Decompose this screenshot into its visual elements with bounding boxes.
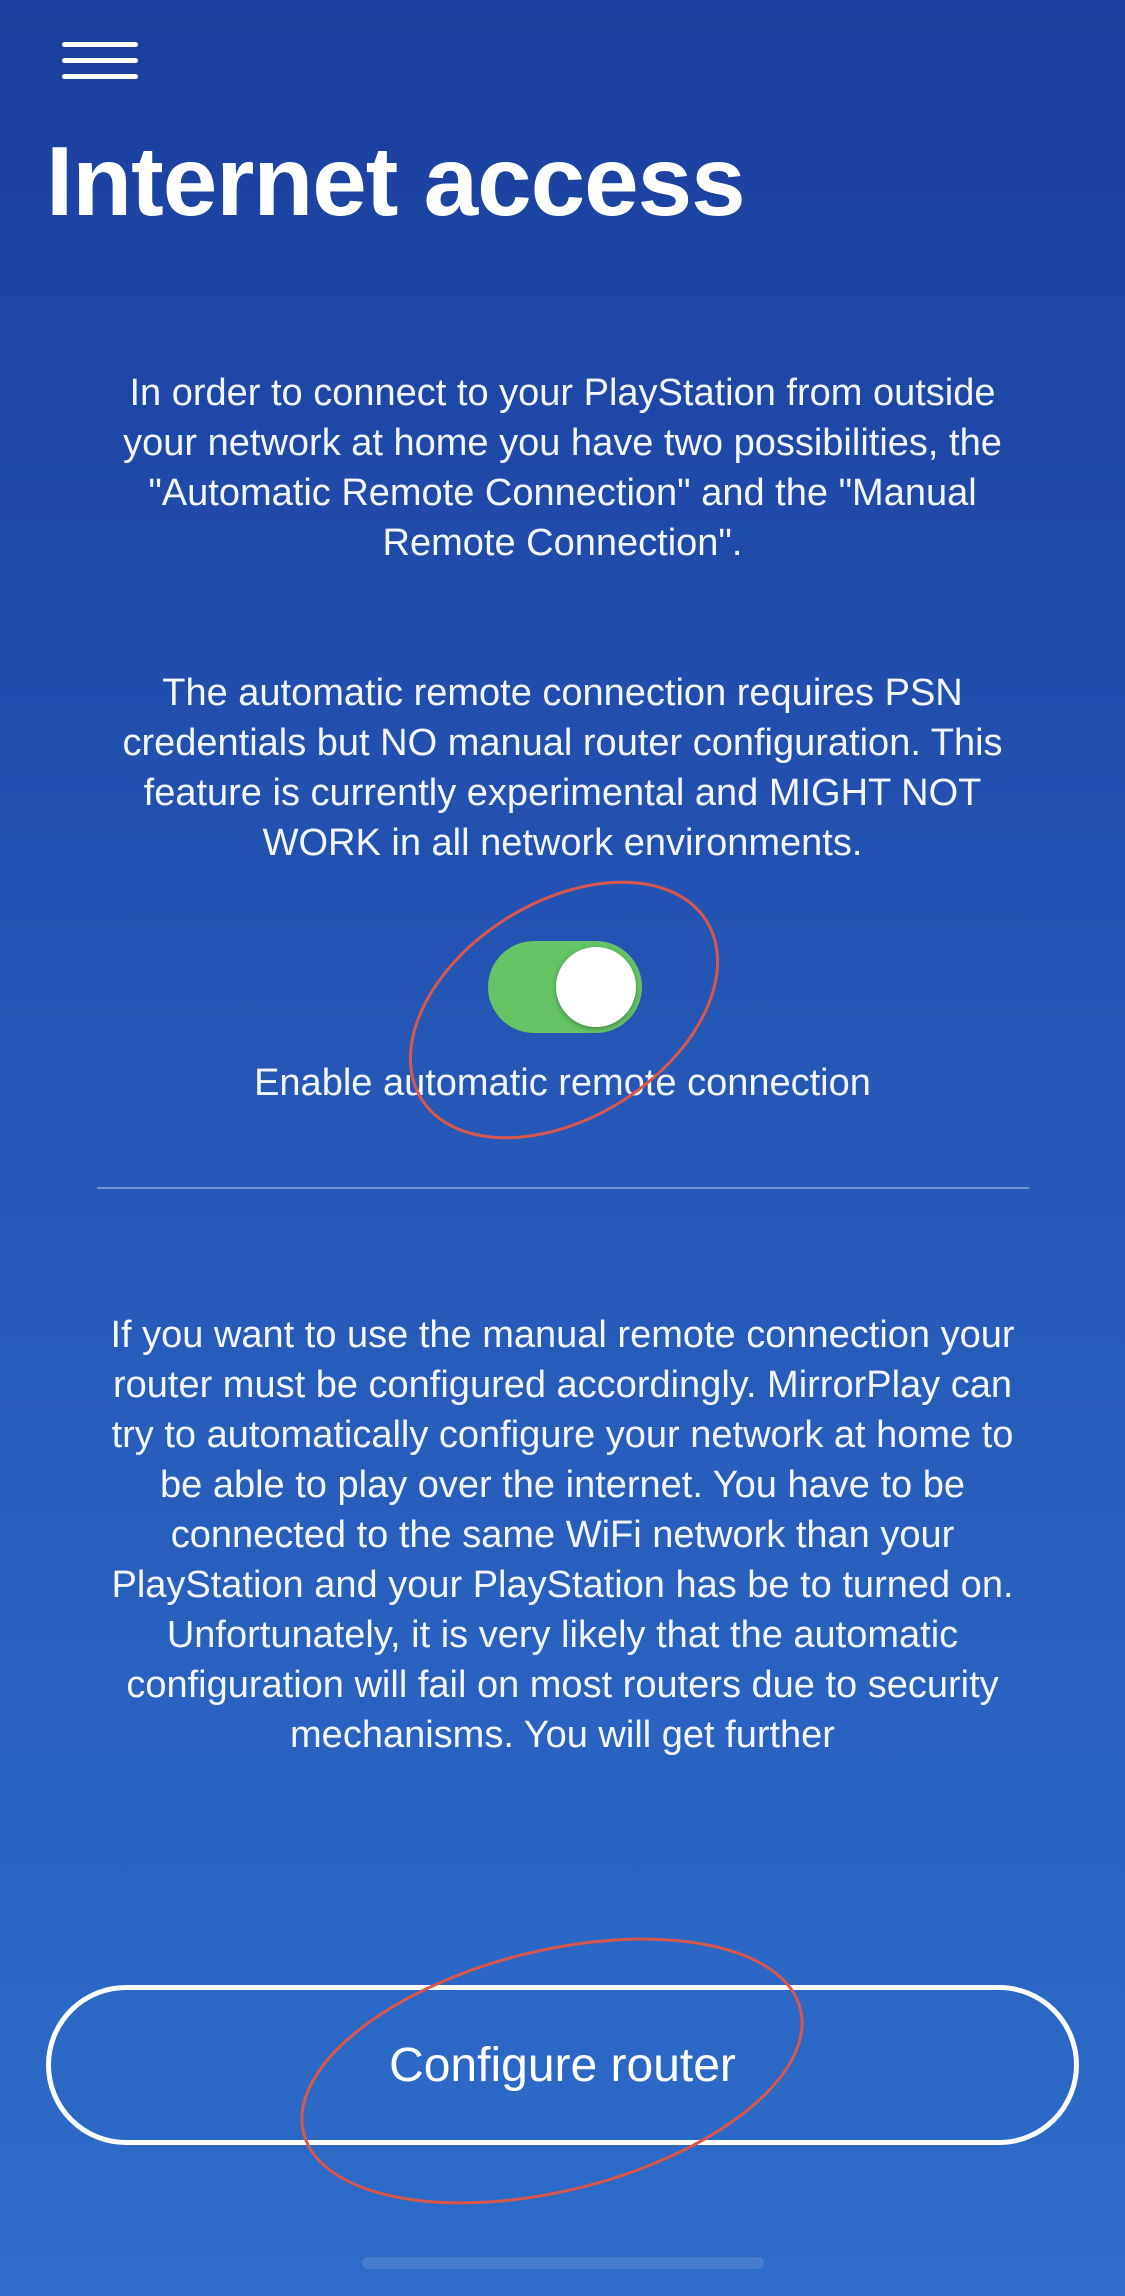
toggle-label: Enable automatic remote connection <box>254 1062 871 1104</box>
manual-connection-info: If you want to use the manual remote con… <box>110 1314 1015 1606</box>
hamburger-menu-icon-bar <box>62 58 138 63</box>
automatic-connection-info: The automatic remote connection requires… <box>122 672 1003 864</box>
menu-button[interactable] <box>62 38 138 84</box>
section-divider <box>97 1187 1029 1189</box>
hamburger-menu-icon-bar <box>62 74 138 79</box>
content-scroll-area[interactable]: In order to connect to your PlayStation … <box>0 340 1125 1900</box>
page-title: Internet access <box>46 126 746 236</box>
warning-text: Unfortunately, it is very likely that th… <box>126 1614 999 1756</box>
configure-router-button[interactable]: Configure router <box>46 1985 1079 2145</box>
toggle-knob <box>556 947 636 1027</box>
hamburger-menu-icon <box>62 42 138 47</box>
intro-text: In order to connect to your PlayStation … <box>123 372 1002 564</box>
home-indicator <box>362 2257 764 2269</box>
automatic-remote-connection-toggle[interactable] <box>488 941 642 1033</box>
